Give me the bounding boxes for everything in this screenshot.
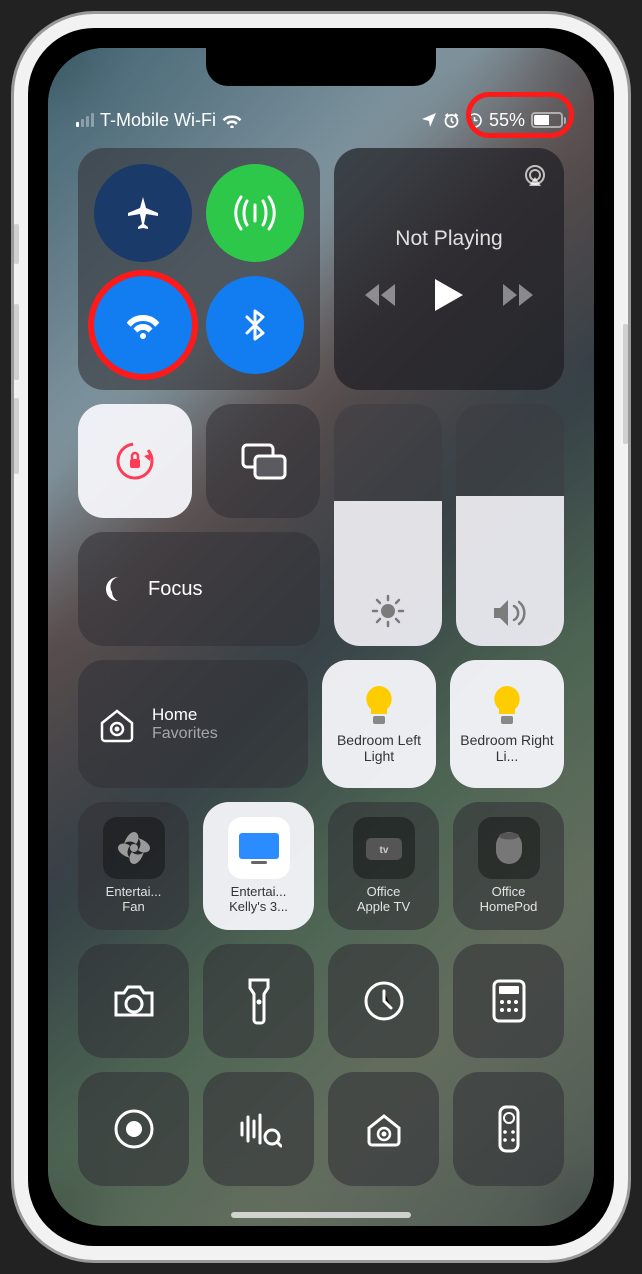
airplay-icon[interactable] xyxy=(522,162,548,188)
accessory-homepod[interactable]: OfficeHomePod xyxy=(453,802,564,930)
screen-record-button[interactable] xyxy=(78,1072,189,1186)
home-app-icon xyxy=(362,1107,406,1151)
home-title: Home xyxy=(152,705,218,725)
fan-icon xyxy=(114,828,154,868)
volume-icon xyxy=(492,598,528,628)
battery-icon xyxy=(531,112,566,128)
location-icon xyxy=(421,112,437,128)
acc-3-l1: Office xyxy=(492,884,526,899)
appletv-icon: tv xyxy=(362,832,406,864)
notch xyxy=(206,48,436,86)
calculator-button[interactable] xyxy=(453,944,564,1058)
airplane-icon xyxy=(123,193,163,233)
lightbulb-icon xyxy=(361,684,397,728)
svg-text:tv: tv xyxy=(379,845,388,856)
acc-0-l2: Fan xyxy=(122,899,144,914)
cellular-data-button[interactable] xyxy=(206,164,304,262)
alarm-icon xyxy=(443,112,460,129)
phone-bezel: T-Mobile Wi-Fi 55% xyxy=(28,28,614,1246)
moon-icon xyxy=(100,574,130,604)
home-app-button[interactable] xyxy=(328,1072,439,1186)
camera-icon xyxy=(110,981,158,1021)
flashlight-button[interactable] xyxy=(203,944,314,1058)
camera-button[interactable] xyxy=(78,944,189,1058)
status-bar: T-Mobile Wi-Fi 55% xyxy=(48,102,594,138)
home-subtitle: Favorites xyxy=(152,725,218,743)
signal-bars-icon xyxy=(76,113,94,127)
screen: T-Mobile Wi-Fi 55% xyxy=(48,48,594,1226)
remote-icon xyxy=(497,1104,521,1154)
acc-3-l2: HomePod xyxy=(480,899,538,914)
apple-tv-remote-button[interactable] xyxy=(453,1072,564,1186)
cellular-icon xyxy=(233,191,277,235)
screen-mirroring-icon xyxy=(239,441,287,481)
home-favorites-button[interactable]: Home Favorites xyxy=(78,660,308,788)
bluetooth-button[interactable] xyxy=(206,276,304,374)
orientation-lock-button[interactable] xyxy=(78,404,192,518)
calculator-icon xyxy=(491,978,527,1024)
annotation-circle-wifi xyxy=(88,270,198,380)
timer-icon xyxy=(362,979,406,1023)
bluetooth-icon xyxy=(235,305,275,345)
battery-percent-label: 55% xyxy=(489,110,525,131)
orientation-icon xyxy=(466,112,483,129)
acc-1-l2: Kelly's 3... xyxy=(229,899,288,914)
orientation-lock-icon xyxy=(112,438,158,484)
screen-record-icon xyxy=(112,1107,156,1151)
shazam-icon xyxy=(236,1109,282,1149)
accessory-appletv[interactable]: tv OfficeApple TV xyxy=(328,802,439,930)
brightness-icon xyxy=(371,594,405,628)
lightbulb-icon xyxy=(489,684,525,728)
screen-mirroring-button[interactable] xyxy=(206,404,320,518)
acc-0-l1: Entertai... xyxy=(106,884,162,899)
media-status-label: Not Playing xyxy=(395,227,502,251)
timer-button[interactable] xyxy=(328,944,439,1058)
home-icon xyxy=(96,703,138,745)
phone-frame: T-Mobile Wi-Fi 55% xyxy=(14,14,628,1260)
volume-down-button xyxy=(14,398,19,474)
previous-track-button[interactable] xyxy=(365,284,395,306)
wifi-button[interactable] xyxy=(94,276,192,374)
next-track-button[interactable] xyxy=(503,284,533,306)
acc-2-l2: Apple TV xyxy=(357,899,410,914)
volume-slider[interactable] xyxy=(456,404,564,646)
accessory-fan[interactable]: Entertai...Fan xyxy=(78,802,189,930)
light-accessory-2[interactable]: Bedroom Right Li... xyxy=(450,660,564,788)
connectivity-panel[interactable] xyxy=(78,148,320,390)
tv-icon xyxy=(237,831,281,865)
mute-switch xyxy=(14,224,19,264)
carrier-label: T-Mobile Wi-Fi xyxy=(100,110,216,131)
volume-up-button xyxy=(14,304,19,380)
accessory-tv[interactable]: Entertai...Kelly's 3... xyxy=(203,802,314,930)
flashlight-icon xyxy=(246,976,272,1026)
homepod-icon xyxy=(492,828,526,868)
play-button[interactable] xyxy=(435,279,463,311)
light-label-1: Bedroom Left Light xyxy=(328,732,430,764)
light-label-2: Bedroom Right Li... xyxy=(456,732,558,764)
wifi-icon xyxy=(222,113,242,128)
focus-button[interactable]: Focus xyxy=(78,532,320,646)
acc-2-l1: Office xyxy=(367,884,401,899)
acc-1-l1: Entertai... xyxy=(231,884,287,899)
music-recognition-button[interactable] xyxy=(203,1072,314,1186)
power-button xyxy=(623,324,628,444)
airplane-mode-button[interactable] xyxy=(94,164,192,262)
home-indicator[interactable] xyxy=(231,1212,411,1218)
brightness-slider[interactable] xyxy=(334,404,442,646)
light-accessory-1[interactable]: Bedroom Left Light xyxy=(322,660,436,788)
focus-label: Focus xyxy=(148,578,202,601)
media-panel[interactable]: Not Playing xyxy=(334,148,564,390)
